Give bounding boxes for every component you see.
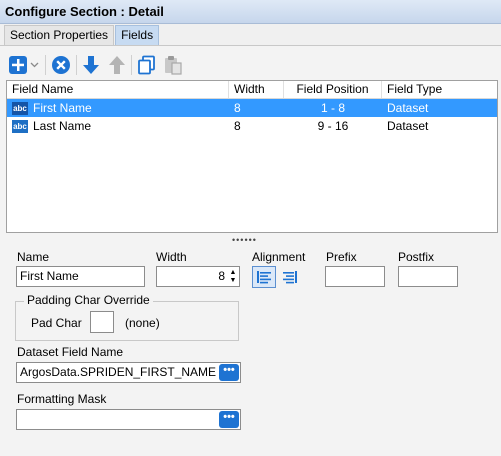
padding-char-group-title: Padding Char Override	[24, 293, 153, 307]
dataset-field-name-label: Dataset Field Name	[17, 345, 124, 359]
field-name-cell: abc First Name	[7, 99, 229, 117]
width-cell: 8	[234, 119, 241, 133]
field-name-text: Last Name	[33, 119, 92, 133]
width-cell: 8	[234, 101, 241, 115]
align-left-button[interactable]	[252, 266, 276, 288]
tab-fields[interactable]: Fields	[115, 25, 160, 45]
add-field-dropdown[interactable]	[28, 53, 40, 77]
table-row[interactable]: abc First Name 8 1 - 8 Dataset	[7, 99, 497, 117]
column-header-field-name[interactable]: Field Name	[7, 81, 229, 98]
move-down-icon	[83, 56, 99, 74]
text-field-icon: abc	[12, 119, 28, 133]
paste-button[interactable]	[163, 53, 183, 77]
splitter-handle[interactable]: ••••••	[232, 235, 257, 245]
align-right-button[interactable]	[278, 266, 302, 288]
width-value: 8	[218, 269, 225, 283]
fields-toolbar	[8, 52, 183, 78]
table-row[interactable]: abc Last Name 8 9 - 16 Dataset	[7, 117, 497, 135]
field-name-text: First Name	[33, 101, 92, 115]
postfix-input[interactable]	[398, 266, 458, 287]
delete-field-button[interactable]	[51, 53, 71, 77]
align-right-icon	[283, 271, 297, 284]
width-stepper[interactable]: 8 ▲ ▼	[156, 266, 240, 287]
alignment-label: Alignment	[252, 250, 306, 264]
dataset-field-name-input[interactable]: ArgosData.SPRIDEN_FIRST_NAME	[16, 362, 241, 383]
pad-char-label: Pad Char	[31, 316, 82, 330]
name-input[interactable]: First Name	[16, 266, 145, 287]
move-up-button[interactable]	[108, 53, 126, 77]
postfix-label: Postfix	[398, 250, 435, 264]
add-icon	[9, 56, 27, 74]
delete-icon	[52, 56, 70, 74]
tab-strip: Section Properties Fields	[4, 25, 160, 45]
grid-header: Field Name Width Field Position Field Ty…	[7, 81, 497, 99]
fields-grid[interactable]: Field Name Width Field Position Field Ty…	[6, 80, 498, 233]
add-field-button[interactable]	[8, 53, 28, 77]
field-position-cell: 9 - 16	[317, 119, 349, 133]
fields-panel: Field Name Width Field Position Field Ty…	[0, 45, 501, 456]
toolbar-separator	[45, 55, 46, 75]
formatting-mask-label: Formatting Mask	[17, 392, 107, 406]
formatting-mask-browse-button[interactable]: •••	[219, 411, 239, 428]
pad-char-hint: (none)	[125, 316, 160, 330]
toolbar-separator	[76, 55, 77, 75]
field-type-cell: Dataset	[387, 101, 429, 115]
prefix-input[interactable]	[325, 266, 385, 287]
column-header-width[interactable]: Width	[229, 81, 284, 98]
spinner-arrows-icon[interactable]: ▲ ▼	[229, 269, 237, 285]
window-title: Configure Section : Detail	[0, 0, 501, 24]
tab-section-properties[interactable]: Section Properties	[4, 25, 115, 45]
toolbar-separator	[131, 55, 132, 75]
field-position-cell: 1 - 8	[320, 101, 345, 115]
copy-button[interactable]	[137, 53, 157, 77]
column-header-field-type[interactable]: Field Type	[382, 81, 497, 98]
pad-char-input[interactable]	[90, 311, 114, 333]
dropdown-chevron-icon	[30, 62, 38, 68]
column-header-field-position[interactable]: Field Position	[284, 81, 382, 98]
field-type-cell: Dataset	[387, 119, 429, 133]
formatting-mask-input[interactable]	[16, 409, 241, 430]
dataset-field-browse-button[interactable]: •••	[219, 364, 239, 381]
name-label: Name	[17, 250, 50, 264]
copy-icon	[138, 55, 155, 75]
prefix-label: Prefix	[326, 250, 357, 264]
width-label: Width	[156, 250, 187, 264]
field-name-cell: abc Last Name	[7, 117, 229, 135]
dataset-field-name-value: ArgosData.SPRIDEN_FIRST_NAME	[20, 365, 217, 379]
paste-icon	[165, 56, 182, 75]
align-left-icon	[257, 271, 271, 284]
move-down-button[interactable]	[82, 53, 100, 77]
text-field-icon: abc	[12, 101, 28, 115]
move-up-icon	[109, 56, 125, 74]
